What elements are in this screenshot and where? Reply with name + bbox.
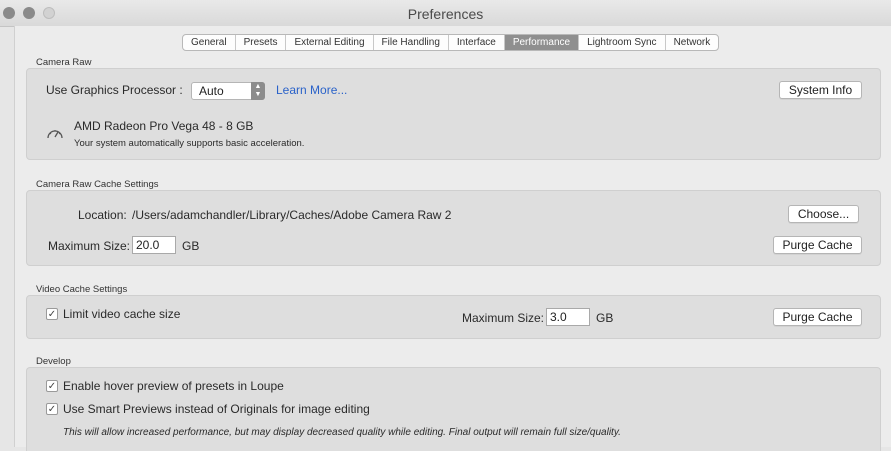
chevron-updown-icon: ▲ ▼	[251, 82, 265, 100]
cache-unit-label: GB	[182, 239, 200, 253]
hover-preview-label: Enable hover preview of presets in Loupe	[63, 379, 284, 393]
smart-previews-checkbox[interactable]: ✓	[46, 403, 58, 415]
video-panel: ✓ Limit video cache size Maximum Size: 3…	[26, 295, 881, 339]
video-max-size-label: Maximum Size:	[462, 311, 545, 325]
tab-performance[interactable]: Performance	[504, 35, 580, 50]
tab-external-editing[interactable]: External Editing	[286, 35, 374, 50]
purge-video-cache-button[interactable]: Purge Cache	[773, 308, 862, 326]
tab-interface[interactable]: Interface	[449, 35, 505, 50]
video-section-title: Video Cache Settings	[36, 284, 128, 295]
smart-previews-note: This will allow increased performance, b…	[63, 427, 621, 438]
develop-panel: ✓ Enable hover preview of presets in Lou…	[26, 367, 881, 451]
gpu-select-value: Auto	[199, 84, 224, 98]
learn-more-link[interactable]: Learn More...	[276, 83, 347, 97]
tab-lightroom-sync[interactable]: Lightroom Sync	[579, 35, 666, 50]
camera-raw-section-title: Camera Raw	[36, 57, 92, 68]
cache-panel: Location: /Users/adamchandler/Library/Ca…	[26, 190, 881, 266]
gpu-status: Your system automatically supports basic…	[74, 138, 305, 149]
tab-file-handling[interactable]: File Handling	[374, 35, 449, 50]
gpu-name: AMD Radeon Pro Vega 48 - 8 GB	[74, 119, 254, 133]
cache-section-title: Camera Raw Cache Settings	[36, 179, 159, 190]
choose-location-button[interactable]: Choose...	[788, 205, 859, 223]
window-title: Preferences	[407, 6, 484, 22]
tab-network[interactable]: Network	[666, 35, 719, 50]
tab-presets[interactable]: Presets	[236, 35, 287, 50]
speedometer-icon	[47, 130, 63, 139]
smart-previews-label: Use Smart Previews instead of Originals …	[63, 402, 370, 416]
video-max-size-input[interactable]: 3.0	[546, 308, 590, 326]
gpu-select[interactable]: Auto ▲ ▼	[191, 82, 265, 100]
gpu-label: Use Graphics Processor :	[46, 83, 183, 97]
location-path: /Users/adamchandler/Library/Caches/Adobe…	[132, 208, 452, 222]
title-bar: Preferences	[0, 0, 891, 27]
tab-bar: General Presets External Editing File Ha…	[182, 34, 720, 51]
hover-preview-checkbox[interactable]: ✓	[46, 380, 58, 392]
system-info-button[interactable]: System Info	[779, 81, 862, 99]
video-unit-label: GB	[596, 311, 614, 325]
limit-video-cache-label: Limit video cache size	[63, 307, 181, 321]
tab-general[interactable]: General	[183, 35, 236, 50]
camera-raw-panel: Use Graphics Processor : Auto ▲ ▼ Learn M…	[26, 68, 881, 160]
location-label: Location:	[78, 208, 127, 222]
limit-video-cache-checkbox[interactable]: ✓	[46, 308, 58, 320]
cache-max-size-label: Maximum Size:	[48, 239, 131, 253]
develop-section-title: Develop	[36, 356, 71, 367]
cache-max-size-input[interactable]: 20.0	[132, 236, 176, 254]
purge-cache-button[interactable]: Purge Cache	[773, 236, 862, 254]
